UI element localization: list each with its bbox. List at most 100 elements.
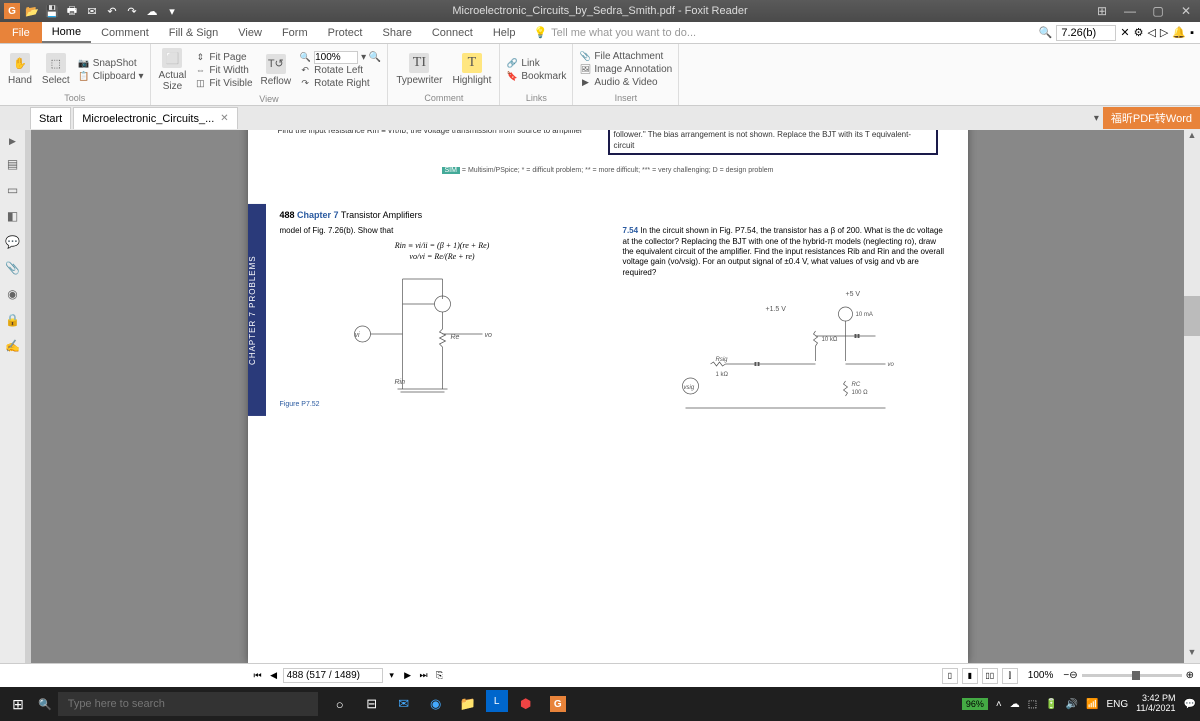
select-tool[interactable]: ⬚ Select — [40, 51, 72, 88]
reflow-button[interactable]: T↺ Reflow — [259, 52, 294, 89]
rail-attachments-icon[interactable]: 📎 — [4, 259, 22, 277]
maximize-button[interactable]: ▢ — [1148, 4, 1168, 18]
rail-signatures-icon[interactable]: ✍ — [4, 337, 22, 355]
tellme-search[interactable]: 💡 Tell me what you want to do... — [533, 26, 696, 39]
doc-tab-active[interactable]: Microelectronic_Circuits_... ✕ — [73, 107, 237, 129]
view-continuous-icon[interactable]: ▮ — [962, 668, 978, 684]
qat-dropdown-icon[interactable]: ▾ — [164, 3, 180, 19]
zoom-input[interactable]: 🔍 ▾ 🔍 — [299, 51, 381, 64]
view-book-icon[interactable]: ⫿ — [1002, 668, 1018, 684]
clipboard-button[interactable]: 📋Clipboard ▾ — [78, 70, 144, 82]
scroll-down-icon[interactable]: ▼ — [1184, 647, 1200, 663]
zoom-value-input[interactable] — [314, 51, 358, 64]
last-page-icon[interactable]: ⏭ — [417, 670, 431, 681]
audio-video-button[interactable]: ▶Audio & Video — [579, 77, 672, 89]
tab-comment[interactable]: Comment — [91, 22, 159, 43]
zoom-slider[interactable] — [1082, 674, 1182, 677]
highlight-button[interactable]: T Highlight — [450, 51, 493, 88]
scrollbar-thumb[interactable] — [1184, 296, 1200, 336]
mail-icon[interactable]: ✉ — [390, 690, 418, 718]
minimize-button[interactable]: — — [1120, 4, 1140, 18]
clock[interactable]: 3:42 PM 11/4/2021 — [1136, 694, 1175, 714]
tab-home[interactable]: Home — [42, 22, 91, 43]
fit-page-button[interactable]: ⇕Fit Page — [194, 51, 252, 63]
task-view-icon[interactable]: ⊟ — [358, 690, 386, 718]
tab-fill-sign[interactable]: Fill & Sign — [159, 22, 229, 43]
file-tab[interactable]: File — [0, 22, 42, 43]
zoom-thumb[interactable] — [1132, 671, 1140, 680]
wifi-icon[interactable]: 📶 — [1086, 699, 1098, 710]
zoom-in-icon[interactable]: ⊕ — [1186, 670, 1194, 681]
taskbar-search[interactable] — [58, 692, 318, 716]
zoom-out-icon[interactable]: −⊖ — [1063, 670, 1077, 681]
snapshot-button[interactable]: 📷SnapShot — [78, 57, 144, 69]
tray-battery-icon[interactable]: 🔋 — [1045, 699, 1057, 710]
rail-layers-icon[interactable]: ◧ — [4, 207, 22, 225]
fit-width-button[interactable]: ⇔Fit Width — [194, 64, 252, 76]
rail-bookmarks-icon[interactable]: ▭ — [4, 181, 22, 199]
fit-visible-button[interactable]: ◫Fit Visible — [194, 77, 252, 89]
qat-print-icon[interactable]: 🖶 — [64, 3, 80, 19]
explorer-icon[interactable]: 📁 — [454, 690, 482, 718]
tab-help[interactable]: Help — [483, 22, 526, 43]
view-facing-icon[interactable]: ▯▯ — [982, 668, 998, 684]
pdf-convert-button[interactable]: 福昕PDF转Word — [1103, 107, 1200, 129]
rail-pages-icon[interactable]: ▤ — [4, 155, 22, 173]
cortana-icon[interactable]: ○ — [326, 690, 354, 718]
view-single-icon[interactable]: ▯ — [942, 668, 958, 684]
search-icon[interactable]: 🔍 — [1039, 26, 1053, 39]
next-page-icon[interactable]: ▶ — [401, 670, 415, 681]
qat-undo-icon[interactable]: ↶ — [104, 3, 120, 19]
notifications-icon[interactable]: 💬 — [1184, 699, 1196, 710]
rotate-right-button[interactable]: ↷Rotate Right — [299, 78, 381, 90]
tab-protect[interactable]: Protect — [318, 22, 373, 43]
typewriter-button[interactable]: TI Typewriter — [394, 51, 444, 88]
link-button[interactable]: 🔗Link — [506, 57, 566, 69]
rail-stamps-icon[interactable]: ◉ — [4, 285, 22, 303]
start-button[interactable]: ⊞ — [4, 696, 32, 713]
qat-save-icon[interactable]: 💾 — [44, 3, 60, 19]
close-tab-icon[interactable]: ✕ — [220, 113, 228, 124]
rail-collapse-icon[interactable]: ▶ — [9, 136, 16, 147]
rail-security-icon[interactable]: 🔒 — [4, 311, 22, 329]
onedrive-icon[interactable]: ☁ — [1010, 699, 1020, 710]
prev-page-icon[interactable]: ◀ — [267, 670, 281, 681]
tray-icon-1[interactable]: ⬚ — [1028, 699, 1037, 710]
tab-connect[interactable]: Connect — [422, 22, 483, 43]
rail-comments-icon[interactable]: 💬 — [4, 233, 22, 251]
tab-form[interactable]: Form — [272, 22, 318, 43]
language-indicator[interactable]: ENG — [1107, 699, 1129, 710]
scrollbar-track[interactable] — [1184, 146, 1200, 647]
bookmark-button[interactable]: 🔖Bookmark — [506, 70, 566, 82]
tab-view[interactable]: View — [228, 22, 272, 43]
scroll-up-icon[interactable]: ▲ — [1184, 130, 1200, 146]
grid-icon[interactable]: ⊞ — [1092, 4, 1112, 18]
qat-redo-icon[interactable]: ↷ — [124, 3, 140, 19]
page-input[interactable] — [283, 668, 383, 683]
page-extra-icon[interactable]: ⎘ — [433, 670, 447, 681]
bell-icon[interactable]: 🔔 — [1172, 26, 1186, 39]
file-attachment-button[interactable]: 📎File Attachment — [579, 51, 672, 63]
qat-email-icon[interactable]: ✉ — [84, 3, 100, 19]
app-icon-1[interactable]: L — [486, 690, 508, 712]
tray-chevron-icon[interactable]: ˄ — [996, 699, 1002, 710]
edge-icon[interactable]: ◉ — [422, 690, 450, 718]
collapse-ribbon-icon[interactable]: ▪ — [1190, 27, 1194, 39]
qat-cloud-icon[interactable]: ☁ — [144, 3, 160, 19]
hand-tool[interactable]: ✋ Hand — [6, 51, 34, 88]
rotate-left-button[interactable]: ↶Rotate Left — [299, 65, 381, 77]
page-dropdown-icon[interactable]: ▾ — [385, 670, 399, 681]
find-next-icon[interactable]: ▷ — [1160, 26, 1168, 39]
gear-icon[interactable]: ⚙ — [1134, 26, 1144, 39]
image-annotation-button[interactable]: 🖼Image Annotation — [579, 64, 672, 76]
tab-share[interactable]: Share — [372, 22, 421, 43]
find-prev-icon[interactable]: ◁ — [1147, 26, 1155, 39]
dropdown-icon[interactable]: ▾ — [1094, 113, 1099, 124]
battery-badge[interactable]: 96% — [962, 698, 988, 710]
doc-tab-start[interactable]: Start — [30, 107, 71, 129]
find-input[interactable] — [1056, 25, 1116, 41]
find-close-icon[interactable]: ✕ — [1120, 26, 1129, 39]
qat-open-icon[interactable]: 📂 — [24, 3, 40, 19]
actual-size-button[interactable]: ⬜ Actual Size — [157, 46, 189, 94]
volume-icon[interactable]: 🔊 — [1066, 699, 1078, 710]
